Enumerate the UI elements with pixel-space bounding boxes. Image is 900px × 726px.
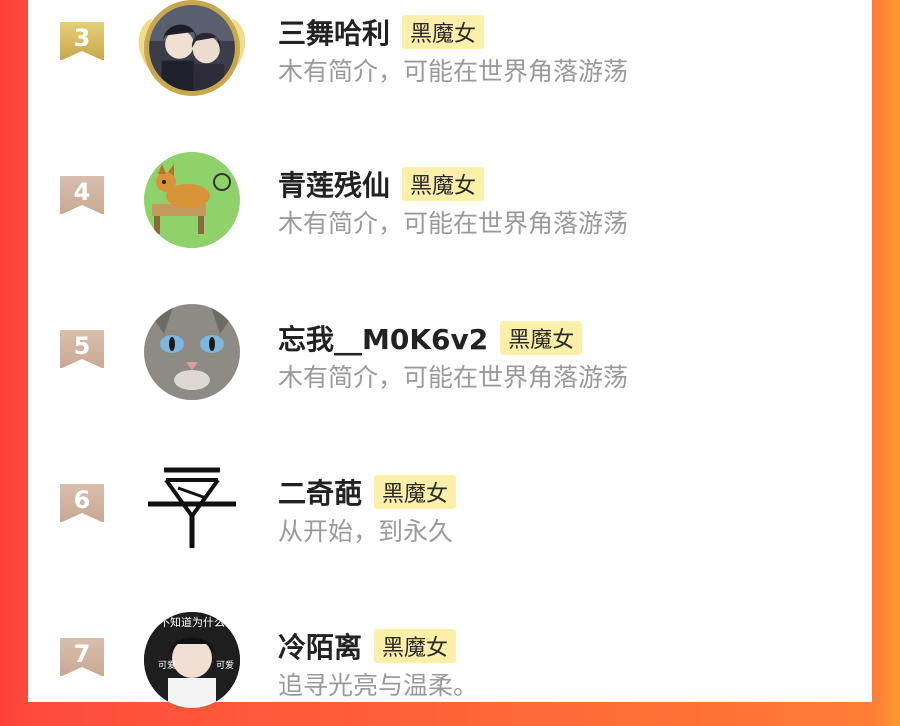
leaderboard-panel: 3 三舞哈利 黑魔女 木有简介，可能在世界角落游荡 4 青莲残仙 黑魔女 木有简… bbox=[28, 0, 872, 708]
user-name[interactable]: 二奇葩 黑魔女 bbox=[278, 472, 457, 512]
leaderboard-row[interactable]: 6 二奇葩 黑魔女 从开始，到永久 bbox=[28, 452, 872, 572]
sticker-right-text: 可爱 bbox=[216, 660, 234, 671]
user-bio: 追寻光亮与温柔。 bbox=[278, 671, 479, 700]
rank-badge: 7 bbox=[60, 638, 104, 676]
title-badge: 黑魔女 bbox=[500, 321, 583, 355]
sticker-left-text: 可爱 bbox=[158, 660, 176, 671]
title-badge: 黑魔女 bbox=[402, 167, 485, 201]
user-bio: 从开始，到永久 bbox=[278, 517, 454, 546]
user-name-text[interactable]: 三舞哈利 bbox=[278, 12, 390, 52]
user-name[interactable]: 青莲残仙 黑魔女 bbox=[278, 164, 485, 204]
title-badge: 黑魔女 bbox=[374, 475, 457, 509]
rank-number: 6 bbox=[73, 486, 91, 514]
user-bio: 木有简介，可能在世界角落游荡 bbox=[278, 209, 629, 238]
user-name[interactable]: 冷陌离 黑魔女 bbox=[278, 626, 457, 666]
user-name[interactable]: 三舞哈利 黑魔女 bbox=[278, 12, 485, 52]
leaderboard-row[interactable]: 3 三舞哈利 黑魔女 木有简介，可能在世界角落游荡 bbox=[28, 0, 872, 112]
sticker-top-text: 不知道为什么 bbox=[159, 615, 225, 629]
user-name-text[interactable]: 冷陌离 bbox=[278, 626, 362, 666]
title-badge: 黑魔女 bbox=[402, 15, 485, 49]
leaderboard-row[interactable]: 4 青莲残仙 黑魔女 木有简介，可能在世界角落游荡 bbox=[28, 144, 872, 264]
rank-number: 3 bbox=[73, 24, 91, 52]
leaderboard-row[interactable]: 7 不知道为什么 可爱 可爱 冷陌离 黑魔女 追寻光亮与温柔。 bbox=[28, 606, 872, 726]
user-name-text[interactable]: 忘我__M0K6v2 bbox=[278, 318, 488, 358]
user-bio: 木有简介，可能在世界角落游荡 bbox=[278, 363, 629, 392]
title-badge: 黑魔女 bbox=[374, 629, 457, 663]
user-bio: 木有简介，可能在世界角落游荡 bbox=[278, 57, 629, 86]
rank-number: 4 bbox=[73, 178, 91, 206]
symbol-logo-avatar[interactable] bbox=[144, 458, 240, 554]
user-name-text[interactable]: 二奇葩 bbox=[278, 472, 362, 512]
user-name[interactable]: 忘我__M0K6v2 黑魔女 bbox=[278, 318, 583, 358]
cat-face-avatar[interactable] bbox=[144, 304, 240, 400]
rank-badge: 3 bbox=[60, 22, 104, 60]
leaderboard-row[interactable]: 5 忘我__M0K6v2 黑魔女 木有简介，可能在世界角落游荡 bbox=[28, 298, 872, 418]
rank-badge: 6 bbox=[60, 484, 104, 522]
user-name-text[interactable]: 青莲残仙 bbox=[278, 164, 390, 204]
shiba-dog-avatar[interactable] bbox=[144, 152, 240, 248]
rank-number: 5 bbox=[73, 332, 91, 360]
rank-badge: 4 bbox=[60, 176, 104, 214]
anime-couple-avatar[interactable] bbox=[144, 0, 240, 96]
sticker-boy-avatar[interactable]: 不知道为什么 可爱 可爱 bbox=[144, 612, 240, 708]
rank-badge: 5 bbox=[60, 330, 104, 368]
rank-number: 7 bbox=[73, 640, 91, 668]
